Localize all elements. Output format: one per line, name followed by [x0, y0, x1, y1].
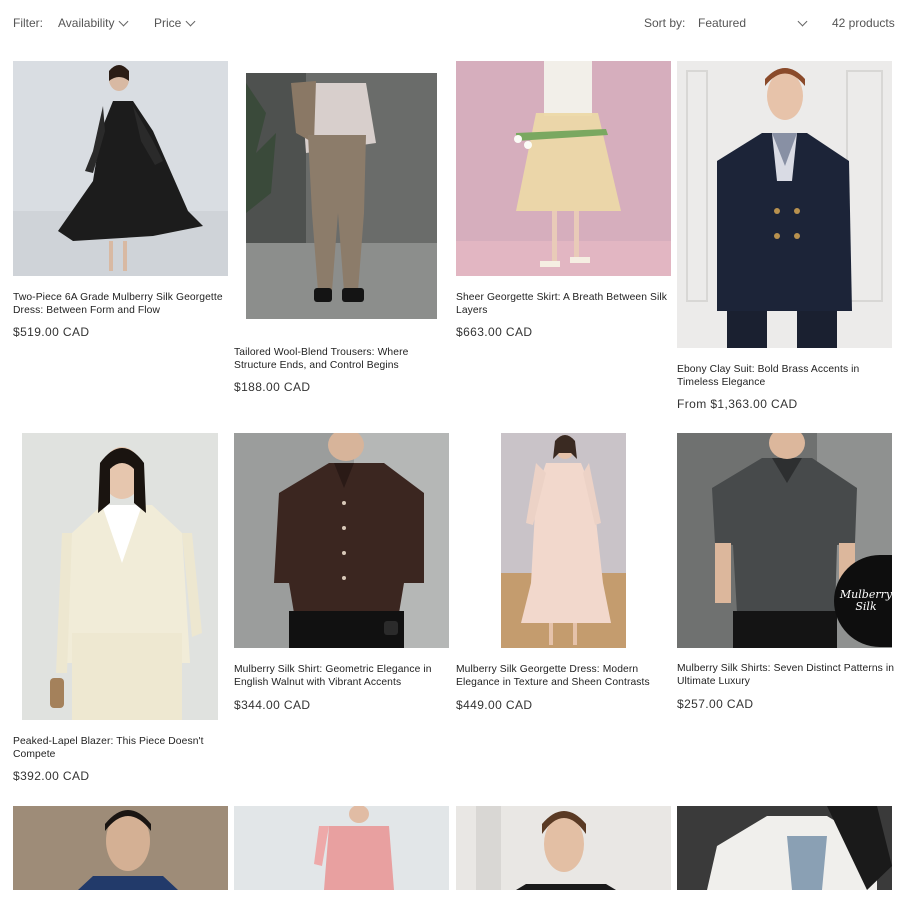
chevron-down-icon	[185, 16, 196, 26]
product-image[interactable]	[234, 433, 449, 648]
product-image[interactable]	[456, 806, 671, 890]
filter-sort-toolbar: Filter: Availability Price Sort by: Feat…	[0, 0, 916, 46]
product-title[interactable]: Mulberry Silk Shirt: Geometric Elegance …	[234, 663, 454, 689]
price-filter[interactable]: Price	[154, 16, 196, 30]
product-title[interactable]: Sheer Georgette Skirt: A Breath Between …	[456, 291, 676, 317]
product-title[interactable]: Two-Piece 6A Grade Mulberry Silk Georget…	[13, 291, 233, 317]
product-price: $392.00 CAD	[13, 769, 90, 783]
price-label: Price	[154, 16, 182, 30]
product-image[interactable]	[677, 61, 892, 348]
product-title[interactable]: Ebony Clay Suit: Bold Brass Accents in T…	[677, 363, 897, 389]
sort-select[interactable]: Featured	[698, 16, 808, 30]
product-price: $449.00 CAD	[456, 698, 533, 712]
badge-text: Mulberry Silk	[839, 588, 893, 613]
sort-value: Featured	[698, 16, 747, 30]
product-price: $257.00 CAD	[677, 697, 754, 711]
product-count: 42 products	[832, 16, 895, 30]
sort-label: Sort by:	[644, 16, 686, 30]
product-image[interactable]	[677, 806, 892, 890]
product-image[interactable]	[22, 433, 218, 720]
product-image[interactable]	[246, 73, 437, 319]
availability-label: Availability	[58, 16, 115, 30]
chevron-down-icon	[119, 16, 129, 26]
filter-label: Filter:	[13, 16, 43, 30]
product-title[interactable]: Peaked-Lapel Blazer: This Piece Doesn't …	[13, 735, 233, 761]
product-price: From $1,363.00 CAD	[677, 397, 798, 411]
product-image[interactable]	[456, 61, 671, 276]
product-title[interactable]: Tailored Wool-Blend Trousers: Where Stru…	[234, 346, 454, 372]
availability-filter[interactable]: Availability	[58, 16, 129, 30]
product-image[interactable]	[501, 433, 626, 648]
product-price: $344.00 CAD	[234, 698, 311, 712]
product-price: $519.00 CAD	[13, 325, 90, 339]
product-title[interactable]: Mulberry Silk Shirts: Seven Distinct Pat…	[677, 662, 897, 688]
product-price: $188.00 CAD	[234, 380, 311, 394]
chevron-down-icon	[797, 16, 808, 26]
product-price: $663.00 CAD	[456, 325, 533, 339]
product-image[interactable]	[13, 806, 228, 890]
product-image[interactable]	[13, 61, 228, 276]
product-title[interactable]: Mulberry Silk Georgette Dress: Modern El…	[456, 663, 676, 689]
product-image[interactable]	[234, 806, 449, 890]
